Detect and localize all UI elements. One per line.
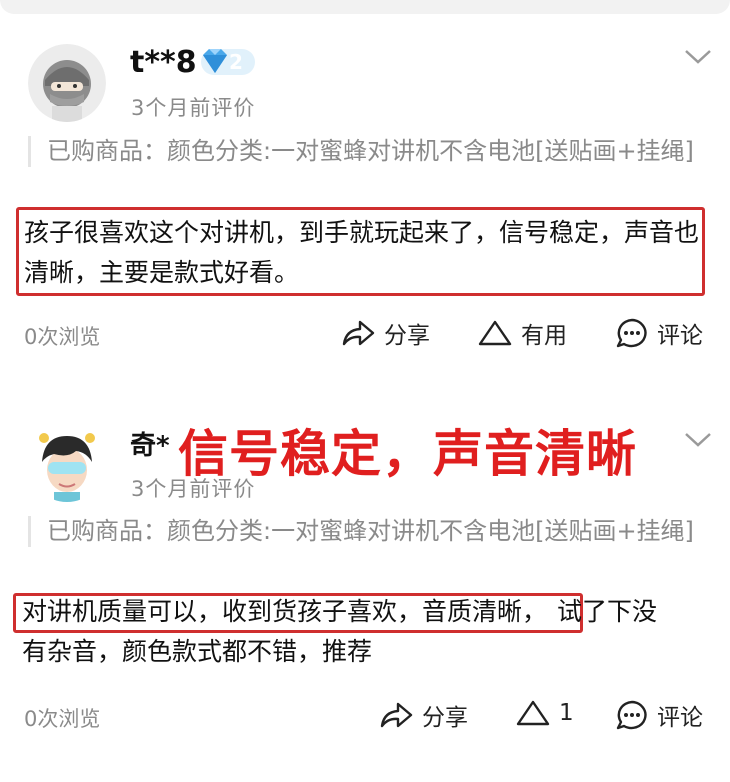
purchased-item-info: 已购商品：颜色分类:一对蜜蜂对讲机不含电池[送贴画+挂绳] bbox=[28, 516, 718, 547]
comment-label: 评论 bbox=[657, 323, 703, 349]
review-text-highlighted: 对讲机质量可以，收到货孩子喜欢，音质清晰， bbox=[22, 597, 548, 626]
view-count: 0次浏览 bbox=[24, 325, 101, 349]
avatar[interactable] bbox=[28, 424, 106, 502]
comment-button[interactable]: 评论 bbox=[615, 698, 703, 732]
comment-icon bbox=[616, 318, 647, 348]
share-icon bbox=[380, 702, 413, 728]
vip-level-badge: 2 bbox=[201, 49, 255, 75]
share-label: 分享 bbox=[384, 323, 430, 349]
purchased-item-info: 已购商品：颜色分类:一对蜜蜂对讲机不含电池[送贴画+挂绳] bbox=[28, 136, 718, 167]
username[interactable]: t**8 bbox=[130, 45, 197, 80]
review-text-rest: 试了下没 bbox=[557, 597, 658, 626]
share-button[interactable]: 分享 bbox=[340, 316, 430, 350]
share-icon bbox=[342, 320, 375, 346]
overlay-caption: 信号稳定，声音清晰 bbox=[178, 425, 637, 483]
review-card-1: t**8 2 3个月前评价 已购商品：颜色分类:一对蜜蜂对讲机不含电池[送贴画+… bbox=[0, 0, 730, 385]
username[interactable]: 奇* bbox=[130, 425, 170, 462]
comment-button[interactable]: 评论 bbox=[615, 316, 703, 350]
chevron-down-icon[interactable] bbox=[684, 48, 712, 66]
vip-level: 2 bbox=[229, 50, 243, 74]
view-count: 0次浏览 bbox=[24, 707, 101, 731]
useful-label: 有用 bbox=[521, 323, 567, 349]
review-time: 3个月前评价 bbox=[131, 96, 256, 120]
share-button[interactable]: 分享 bbox=[378, 698, 468, 732]
useful-count: 1 bbox=[559, 700, 574, 726]
avatar[interactable] bbox=[28, 44, 106, 122]
review-text: 孩子很喜欢这个对讲机，到手就玩起来了，信号稳定，声音也清晰，主要是款式好看。 bbox=[24, 218, 700, 287]
comment-label: 评论 bbox=[657, 705, 703, 731]
chevron-down-icon[interactable] bbox=[684, 431, 712, 449]
review-text: 对讲机质量可以，收到货孩子喜欢，音质清晰， 试了下没 有杂音，颜色款式都不错，推荐 bbox=[22, 592, 712, 672]
share-label: 分享 bbox=[422, 705, 468, 731]
triangle-up-icon bbox=[516, 700, 550, 726]
diamond-icon bbox=[199, 45, 231, 81]
useful-button[interactable]: 有用 bbox=[477, 316, 567, 350]
comment-icon bbox=[616, 700, 647, 730]
useful-button[interactable]: 1 bbox=[515, 698, 574, 728]
triangle-up-icon bbox=[478, 320, 512, 346]
review-text-rest: 有杂音，颜色款式都不错，推荐 bbox=[22, 637, 373, 666]
